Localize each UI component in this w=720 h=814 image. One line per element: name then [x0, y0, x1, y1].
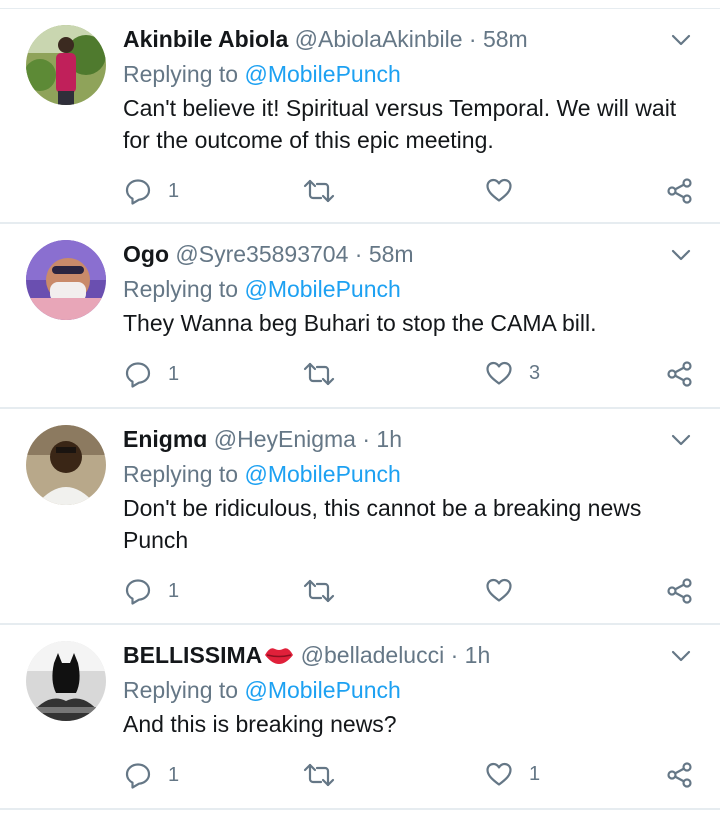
retweet-icon: [303, 579, 335, 603]
reply-count: 1: [168, 179, 180, 202]
reply-button[interactable]: 1: [124, 577, 179, 605]
author-name[interactable]: Ogo: [123, 241, 169, 267]
tweet-text: Don't be ridiculous, this cannot be a br…: [123, 495, 642, 553]
like-button[interactable]: [485, 577, 529, 603]
replying-to-line: Replying to @MobilePunch: [123, 458, 690, 490]
reply-button[interactable]: 1: [124, 177, 179, 205]
mention-link[interactable]: @MobilePunch: [244, 61, 400, 87]
retweet-icon: [303, 362, 335, 386]
mention-link[interactable]: @MobilePunch: [244, 276, 400, 302]
share-button[interactable]: [666, 761, 694, 789]
share-button[interactable]: [666, 360, 694, 388]
separator-dot: ·: [468, 26, 477, 52]
share-icon: [667, 578, 692, 604]
retweet-icon: [303, 763, 335, 787]
reply-feed: Akinbile Abiola @AbiolaAkinbile · 58m Re…: [0, 9, 720, 810]
reply-icon: [125, 579, 151, 605]
mention-link[interactable]: @MobilePunch: [244, 677, 400, 703]
author-handle[interactable]: @AbiolaAkinbile: [295, 26, 463, 52]
reply-count: 1: [168, 763, 180, 786]
reply-count: 1: [168, 362, 180, 385]
reply-button[interactable]: 1: [124, 761, 179, 789]
separator-dot: ·: [450, 642, 459, 668]
tweet[interactable]: Akinbile Abiola @AbiolaAkinbile · 58m Re…: [0, 9, 720, 224]
like-count: 3: [529, 361, 541, 384]
like-button[interactable]: 3: [485, 360, 540, 386]
like-button[interactable]: [485, 177, 529, 203]
reply-icon: [125, 763, 151, 789]
author-name[interactable]: Akinbile Abiola: [123, 26, 288, 52]
action-bar: 1: [0, 577, 720, 607]
like-count: 1: [529, 762, 541, 785]
share-icon: [667, 178, 692, 204]
retweet-button[interactable]: [302, 577, 336, 605]
avatar[interactable]: [26, 641, 106, 721]
avatar[interactable]: [26, 240, 106, 320]
retweet-button[interactable]: [302, 761, 336, 789]
author-handle[interactable]: @belladelucci: [301, 642, 445, 668]
like-button[interactable]: 1: [485, 761, 540, 787]
replying-to-line: Replying to @MobilePunch: [123, 674, 690, 706]
lips-emoji-icon: [265, 648, 294, 664]
reply-count: 1: [168, 579, 180, 602]
chevron-down-icon[interactable]: [670, 645, 692, 667]
action-bar: 1 1: [0, 761, 720, 791]
author-name[interactable]: Enigmɑ: [123, 426, 207, 452]
avatar[interactable]: [26, 25, 106, 105]
mention-link[interactable]: @MobilePunch: [244, 461, 400, 487]
chevron-down-icon[interactable]: [670, 244, 692, 266]
retweet-icon: [303, 179, 335, 203]
chevron-down-icon[interactable]: [670, 429, 692, 451]
author-name[interactable]: BELLISSIMA: [123, 642, 262, 668]
heart-icon: [486, 578, 512, 602]
author-handle[interactable]: @Syre35893704: [175, 241, 348, 267]
action-bar: 1 3: [0, 360, 720, 390]
tweet-text: They Wanna beg Buhari to stop the CAMA b…: [123, 310, 597, 336]
replying-to-label: Replying to: [123, 461, 239, 487]
reply-icon: [125, 179, 151, 205]
replying-to-line: Replying to @MobilePunch: [123, 273, 690, 305]
timestamp[interactable]: 58m: [369, 241, 414, 267]
replying-to-label: Replying to: [123, 61, 239, 87]
retweet-button[interactable]: [302, 177, 336, 205]
heart-icon: [486, 361, 512, 385]
separator-dot: ·: [362, 426, 371, 452]
timestamp[interactable]: 1h: [376, 426, 402, 452]
share-button[interactable]: [666, 177, 694, 205]
timestamp[interactable]: 1h: [465, 642, 491, 668]
action-bar: 1: [0, 177, 720, 207]
timestamp[interactable]: 58m: [483, 26, 528, 52]
reply-icon: [125, 362, 151, 388]
tweet[interactable]: Enigmɑ @HeyEnigma · 1h Replying to @Mobi…: [0, 409, 720, 625]
retweet-button[interactable]: [302, 360, 336, 388]
tweet[interactable]: BELLISSIMA @belladelucci · 1h Replying t…: [0, 625, 720, 810]
tweet-text: And this is breaking news?: [123, 711, 397, 737]
heart-icon: [486, 178, 512, 202]
share-button[interactable]: [666, 577, 694, 605]
separator-dot: ·: [354, 241, 363, 267]
tweet-text: Can't believe it! Spiritual versus Tempo…: [123, 95, 677, 153]
heart-icon: [486, 762, 512, 786]
replying-to-label: Replying to: [123, 677, 239, 703]
reply-button[interactable]: 1: [124, 360, 179, 388]
author-handle[interactable]: @HeyEnigma: [214, 426, 356, 452]
share-icon: [667, 361, 692, 387]
share-icon: [667, 762, 692, 788]
avatar[interactable]: [26, 425, 106, 505]
replying-to-line: Replying to @MobilePunch: [123, 58, 690, 90]
top-divider: [0, 0, 720, 9]
chevron-down-icon[interactable]: [670, 29, 692, 51]
tweet[interactable]: Ogo @Syre35893704 · 58m Replying to @Mob…: [0, 224, 720, 409]
replying-to-label: Replying to: [123, 276, 239, 302]
